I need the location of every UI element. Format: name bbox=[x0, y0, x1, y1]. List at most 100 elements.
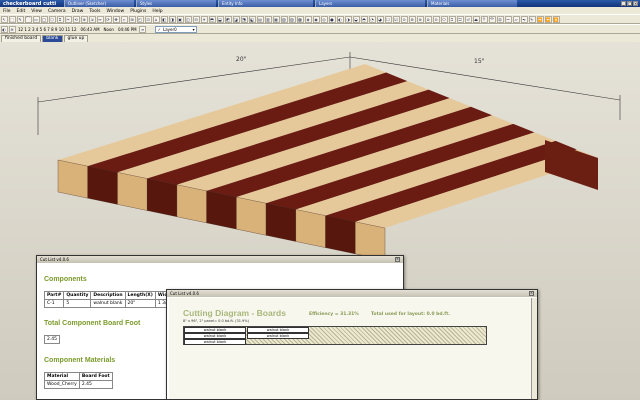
menu-edit[interactable]: Edit bbox=[14, 9, 29, 14]
tool-icon[interactable]: ⏏ bbox=[472, 15, 480, 23]
tool-icon[interactable]: ● bbox=[328, 15, 336, 23]
menu-draw[interactable]: Draw bbox=[69, 9, 87, 14]
tool-icon[interactable]: ✂ bbox=[64, 15, 72, 23]
tool-icon[interactable]: ⊚ bbox=[408, 15, 416, 23]
tool-icon[interactable]: ⊜ bbox=[424, 15, 432, 23]
tool-icon[interactable]: ⏎ bbox=[464, 15, 472, 23]
scene-tab-finished-board[interactable]: finished board bbox=[1, 35, 42, 42]
menu-view[interactable]: View bbox=[28, 9, 45, 14]
tool-icon[interactable]: ⊕ bbox=[80, 15, 88, 23]
menu-plugins[interactable]: Plugins bbox=[127, 9, 149, 14]
tool-icon[interactable]: ◕ bbox=[376, 15, 384, 23]
layer-manager-icon[interactable]: ≡ bbox=[139, 25, 147, 33]
tool-icon[interactable]: ⊡ bbox=[144, 15, 152, 23]
tool-icon[interactable]: ☐ bbox=[384, 15, 392, 23]
maximize-icon[interactable]: □ bbox=[627, 1, 632, 6]
tool-icon[interactable]: ⏚ bbox=[480, 15, 488, 23]
tool-icon[interactable]: ▩ bbox=[296, 15, 304, 23]
tool-icon[interactable]: ◪ bbox=[232, 15, 240, 23]
tool-icon[interactable]: ☑ bbox=[392, 15, 400, 23]
tool-icon[interactable]: ◨ bbox=[168, 15, 176, 23]
tool-icon[interactable]: ◉ bbox=[312, 15, 320, 23]
tool-icon[interactable]: ⬒ bbox=[208, 15, 216, 23]
tool-icon[interactable]: ⊝ bbox=[432, 15, 440, 23]
tool-icon[interactable]: ⎕ bbox=[448, 15, 456, 23]
tool-icon[interactable]: ▦ bbox=[272, 15, 280, 23]
tool-icon[interactable]: ⌗ bbox=[56, 15, 64, 23]
panel-tab-outliner[interactable]: Outliner (Sketcher) bbox=[64, 0, 134, 7]
tool-icon[interactable]: ⬕ bbox=[248, 15, 256, 23]
panel-tab-layers[interactable]: Layers bbox=[315, 0, 425, 7]
tool-icon[interactable]: ✎ bbox=[16, 15, 24, 23]
tool-icon[interactable]: ↔ bbox=[96, 15, 104, 23]
tool-icon[interactable]: ⏤ bbox=[504, 15, 512, 23]
tool-icon[interactable]: ⏦ bbox=[520, 15, 528, 23]
tool-icon[interactable]: ◰ bbox=[136, 15, 144, 23]
tool-icon[interactable]: ⌒ bbox=[24, 15, 32, 23]
menu-help[interactable]: Help bbox=[149, 9, 165, 14]
tool-icon[interactable]: ◒ bbox=[352, 15, 360, 23]
tool-icon[interactable]: ⏩ bbox=[536, 15, 544, 23]
tool-icon[interactable]: ◑ bbox=[344, 15, 352, 23]
tool-icon[interactable]: ◩ bbox=[224, 15, 232, 23]
tool-icon[interactable]: ▤ bbox=[256, 15, 264, 23]
tool-icon[interactable]: ⬓ bbox=[216, 15, 224, 23]
tool-icon[interactable]: ⊟ bbox=[192, 15, 200, 23]
panel-tab-styles[interactable]: Styles bbox=[136, 0, 216, 7]
close-icon[interactable]: × bbox=[633, 1, 638, 6]
menu-tools[interactable]: Tools bbox=[86, 9, 103, 14]
tool-icon[interactable]: ▧ bbox=[280, 15, 288, 23]
scrollbar[interactable] bbox=[531, 298, 537, 399]
tool-icon[interactable]: ⏫ bbox=[552, 15, 560, 23]
scene-tab-blank[interactable]: blank bbox=[42, 35, 63, 42]
tool-icon[interactable]: ▥ bbox=[264, 15, 272, 23]
tool-icon[interactable]: ⏥ bbox=[512, 15, 520, 23]
tool-icon[interactable]: ⬔ bbox=[240, 15, 248, 23]
tool-icon[interactable]: ↖ bbox=[0, 15, 8, 23]
tool-icon[interactable]: ⌕ bbox=[120, 15, 128, 23]
menu-window[interactable]: Window bbox=[103, 9, 127, 14]
tool-icon[interactable]: ⏪ bbox=[544, 15, 552, 23]
tool-icon[interactable]: ⟳ bbox=[104, 15, 112, 23]
tool-icon[interactable]: ⏧ bbox=[528, 15, 536, 23]
tool-icon[interactable]: ▭ bbox=[32, 15, 40, 23]
tool-icon[interactable]: ⏍ bbox=[456, 15, 464, 23]
tool-icon[interactable]: ⏣ bbox=[496, 15, 504, 23]
tool-icon[interactable]: ⬡ bbox=[48, 15, 56, 23]
close-icon[interactable]: × bbox=[395, 257, 400, 262]
tool-icon[interactable]: ◯ bbox=[40, 15, 48, 23]
tool-icon[interactable]: ⊞ bbox=[128, 15, 136, 23]
tool-icon[interactable]: ⊙ bbox=[400, 15, 408, 23]
tool-icon[interactable]: ☀ bbox=[200, 15, 208, 23]
tool-icon[interactable]: ⌂ bbox=[152, 15, 160, 23]
tool-icon[interactable]: ◐ bbox=[336, 15, 344, 23]
fog-icon[interactable]: ≋ bbox=[8, 25, 16, 33]
tool-icon[interactable]: ▨ bbox=[288, 15, 296, 23]
close-icon[interactable]: × bbox=[529, 291, 534, 296]
tool-icon[interactable]: ▣ bbox=[176, 15, 184, 23]
menu-camera[interactable]: Camera bbox=[45, 9, 69, 14]
shadow-icon[interactable]: ◐ bbox=[0, 25, 8, 33]
tool-icon[interactable]: ◈ bbox=[304, 15, 312, 23]
scene-tab-glue-up[interactable]: glue up bbox=[63, 35, 89, 42]
layer-select[interactable]: ✓ Layer0 ▾ bbox=[154, 25, 197, 33]
tool-icon[interactable]: ⏛ bbox=[488, 15, 496, 23]
tool-icon[interactable]: ◓ bbox=[360, 15, 368, 23]
tool-icon[interactable]: ◫ bbox=[184, 15, 192, 23]
tool-icon[interactable]: ◔ bbox=[368, 15, 376, 23]
panel-tab-entity-info[interactable]: Entity Info bbox=[218, 0, 313, 7]
tool-icon[interactable]: ⎔ bbox=[440, 15, 448, 23]
tool-icon[interactable]: ⟲ bbox=[72, 15, 80, 23]
cutlist-dialog-titlebar[interactable]: Cut List v4.0.6 × bbox=[37, 256, 403, 263]
tool-icon[interactable]: ◧ bbox=[160, 15, 168, 23]
month-scale[interactable]: 12 1 2 3 4 5 6 7 8 9 10 11 12 bbox=[18, 27, 77, 32]
tool-icon[interactable]: ⬚ bbox=[8, 15, 16, 23]
menu-file[interactable]: File bbox=[0, 9, 14, 14]
tool-icon[interactable]: ◎ bbox=[320, 15, 328, 23]
cutting-dialog-titlebar[interactable]: Cut List v4.0.6 × bbox=[167, 290, 537, 297]
panel-tab-materials[interactable]: Materials bbox=[427, 0, 517, 7]
tool-icon[interactable]: ✥ bbox=[112, 15, 120, 23]
tool-icon[interactable]: ⊛ bbox=[416, 15, 424, 23]
minimize-icon[interactable]: _ bbox=[621, 1, 626, 6]
tool-icon[interactable]: ⇲ bbox=[88, 15, 96, 23]
